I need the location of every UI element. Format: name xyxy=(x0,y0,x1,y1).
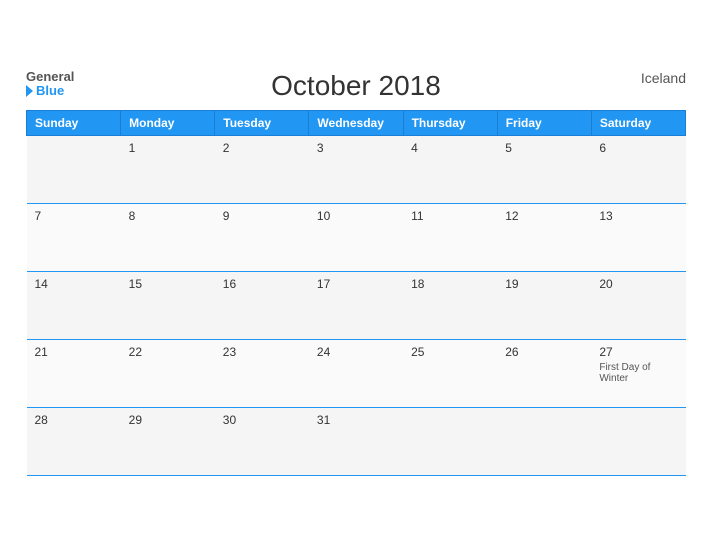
day-number: 17 xyxy=(317,277,395,291)
week-row-5: 28 29 30 31 xyxy=(27,407,686,475)
day-number: 9 xyxy=(223,209,301,223)
col-thursday: Thursday xyxy=(403,110,497,135)
day-number: 1 xyxy=(129,141,207,155)
day-number: 7 xyxy=(35,209,113,223)
day-number: 6 xyxy=(599,141,677,155)
day-number: 20 xyxy=(599,277,677,291)
day-cell: 25 xyxy=(403,339,497,407)
day-number: 11 xyxy=(411,209,489,223)
day-number: 27 xyxy=(599,345,677,359)
day-cell xyxy=(497,407,591,475)
day-number: 12 xyxy=(505,209,583,223)
col-wednesday: Wednesday xyxy=(309,110,403,135)
day-number: 31 xyxy=(317,413,395,427)
week-row-2: 7 8 9 10 11 12 13 xyxy=(27,203,686,271)
day-number: 2 xyxy=(223,141,301,155)
day-cell: 6 xyxy=(591,135,685,203)
logo-general-text: General xyxy=(26,70,74,84)
calendar-container: General Blue October 2018 Iceland Sunday… xyxy=(11,60,701,491)
day-cell: 4 xyxy=(403,135,497,203)
day-cell: 3 xyxy=(309,135,403,203)
day-cell: 20 xyxy=(591,271,685,339)
day-cell: 30 xyxy=(215,407,309,475)
day-number: 13 xyxy=(599,209,677,223)
col-sunday: Sunday xyxy=(27,110,121,135)
calendar-body: 1234567891011121314151617181920212223242… xyxy=(27,135,686,475)
day-number: 4 xyxy=(411,141,489,155)
day-number: 25 xyxy=(411,345,489,359)
day-cell: 26 xyxy=(497,339,591,407)
logo-triangle-icon xyxy=(26,85,33,97)
day-cell xyxy=(27,135,121,203)
calendar-header: General Blue October 2018 Iceland xyxy=(26,70,686,102)
day-cell: 2 xyxy=(215,135,309,203)
day-number: 15 xyxy=(129,277,207,291)
day-cell: 22 xyxy=(121,339,215,407)
day-cell: 27 First Day of Winter xyxy=(591,339,685,407)
day-number: 8 xyxy=(129,209,207,223)
day-number: 18 xyxy=(411,277,489,291)
day-number: 5 xyxy=(505,141,583,155)
day-cell: 1 xyxy=(121,135,215,203)
day-cell: 10 xyxy=(309,203,403,271)
logo: General Blue xyxy=(26,70,74,99)
col-monday: Monday xyxy=(121,110,215,135)
day-number: 26 xyxy=(505,345,583,359)
day-cell: 17 xyxy=(309,271,403,339)
day-cell xyxy=(591,407,685,475)
day-number: 24 xyxy=(317,345,395,359)
day-number: 3 xyxy=(317,141,395,155)
logo-blue-text: Blue xyxy=(26,84,64,98)
calendar-table: Sunday Monday Tuesday Wednesday Thursday… xyxy=(26,110,686,476)
day-cell: 14 xyxy=(27,271,121,339)
holiday-text: First Day of Winter xyxy=(599,362,677,384)
day-cell xyxy=(403,407,497,475)
week-row-4: 21 22 23 24 25 26 27 First Day of Winter xyxy=(27,339,686,407)
day-cell: 8 xyxy=(121,203,215,271)
col-tuesday: Tuesday xyxy=(215,110,309,135)
day-cell: 16 xyxy=(215,271,309,339)
week-row-3: 14 15 16 17 18 19 20 xyxy=(27,271,686,339)
day-number: 23 xyxy=(223,345,301,359)
col-friday: Friday xyxy=(497,110,591,135)
day-number: 21 xyxy=(35,345,113,359)
day-number: 30 xyxy=(223,413,301,427)
day-cell: 21 xyxy=(27,339,121,407)
day-cell: 23 xyxy=(215,339,309,407)
column-headers-row: Sunday Monday Tuesday Wednesday Thursday… xyxy=(27,110,686,135)
day-number: 22 xyxy=(129,345,207,359)
day-cell: 15 xyxy=(121,271,215,339)
day-cell: 9 xyxy=(215,203,309,271)
country-label: Iceland xyxy=(641,70,686,86)
day-cell: 7 xyxy=(27,203,121,271)
day-cell: 19 xyxy=(497,271,591,339)
day-cell: 11 xyxy=(403,203,497,271)
day-number: 14 xyxy=(35,277,113,291)
day-cell: 18 xyxy=(403,271,497,339)
day-cell: 5 xyxy=(497,135,591,203)
day-cell: 28 xyxy=(27,407,121,475)
day-number: 10 xyxy=(317,209,395,223)
day-cell: 12 xyxy=(497,203,591,271)
day-cell: 13 xyxy=(591,203,685,271)
day-number: 19 xyxy=(505,277,583,291)
col-saturday: Saturday xyxy=(591,110,685,135)
day-number: 16 xyxy=(223,277,301,291)
calendar-title: October 2018 xyxy=(271,70,441,102)
day-number: 28 xyxy=(35,413,113,427)
week-row-1: 1 2 3 4 5 6 xyxy=(27,135,686,203)
day-cell: 24 xyxy=(309,339,403,407)
day-cell: 31 xyxy=(309,407,403,475)
day-cell: 29 xyxy=(121,407,215,475)
day-number: 29 xyxy=(129,413,207,427)
